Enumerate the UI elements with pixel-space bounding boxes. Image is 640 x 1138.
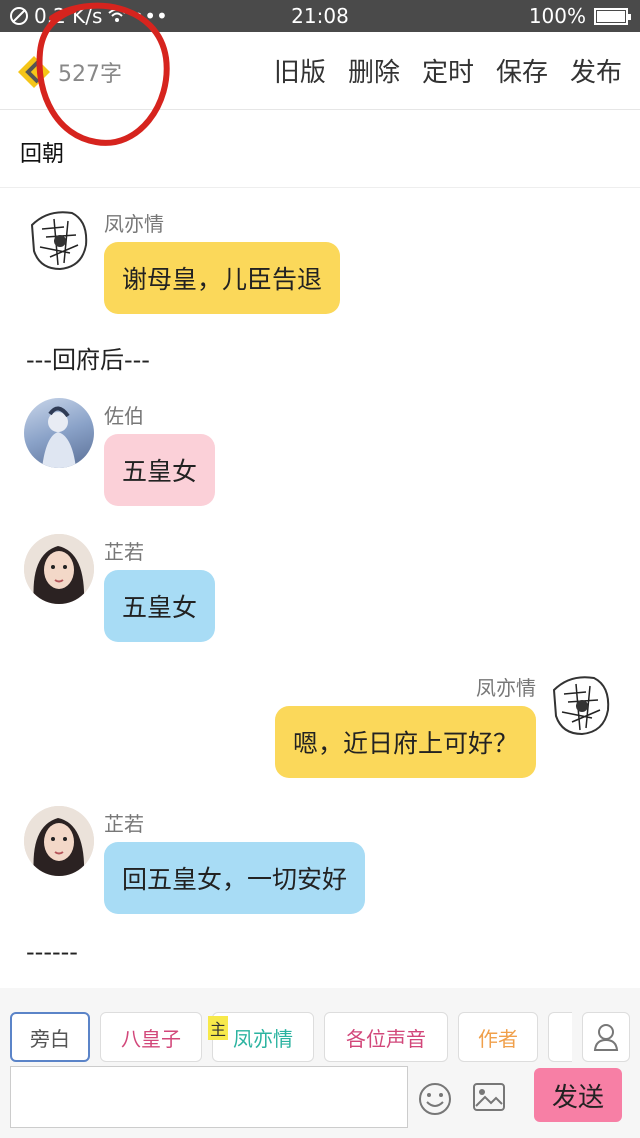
publish-button[interactable]: 发布	[570, 52, 622, 89]
back-arrow-icon[interactable]	[14, 52, 54, 92]
message-input[interactable]	[10, 1066, 408, 1128]
message-bubble[interactable]: 嗯，近日府上可好？	[274, 706, 536, 778]
schedule-button[interactable]: 定时	[422, 52, 474, 89]
header-actions: 旧版 删除 定时 保存 发布	[274, 52, 622, 89]
person-icon	[593, 1024, 619, 1051]
avatar[interactable]	[24, 205, 94, 275]
avatar[interactable]	[24, 398, 94, 468]
editor-header: 527字 旧版 删除 定时 保存 发布	[0, 32, 640, 110]
sender-name: 佐伯	[104, 404, 144, 428]
battery-percent: 100%	[528, 4, 586, 28]
input-bar: 发送	[0, 1066, 640, 1138]
sketch-avatar-icon	[24, 205, 94, 275]
old-version-button[interactable]: 旧版	[274, 52, 326, 89]
story-title-row[interactable]: 回朝	[0, 110, 640, 188]
role-selector-bar: 旁白 八皇子 凤亦情 各位声音 作者	[0, 988, 640, 1066]
avatar[interactable]	[24, 534, 94, 604]
app-root: 0.2 K/s ••• 21:08 100% 527字 旧版 删除 定时 保存 …	[0, 0, 640, 1138]
sender-name: 芷若	[104, 812, 144, 836]
role-author[interactable]: 作者	[458, 1012, 538, 1062]
status-bar: 0.2 K/s ••• 21:08 100%	[0, 0, 640, 32]
narration-line[interactable]: ---回府后---	[26, 340, 150, 375]
main-role-badge: 主	[208, 1016, 228, 1040]
role-label: 旁白	[30, 1026, 70, 1051]
sender-name: 凤亦情	[104, 212, 164, 236]
delete-button[interactable]: 删除	[348, 52, 400, 89]
role-label: 八皇子	[121, 1026, 181, 1051]
role-all-voices[interactable]: 各位声音	[324, 1012, 448, 1062]
message-bubble[interactable]: 回五皇女，一切安好	[104, 842, 366, 914]
message-bubble[interactable]: 谢母皇，儿臣告退	[104, 242, 341, 314]
save-button[interactable]: 保存	[496, 52, 548, 89]
portrait-avatar-icon	[24, 534, 94, 604]
role-label: 各位声音	[346, 1026, 426, 1051]
role-more-partial[interactable]	[548, 1012, 572, 1062]
role-prince-eight[interactable]: 八皇子	[100, 1012, 202, 1062]
add-role-button[interactable]	[582, 1012, 630, 1062]
character-avatar-icon	[42, 406, 76, 468]
avatar[interactable]	[546, 670, 616, 740]
role-label: 凤亦情	[233, 1026, 293, 1051]
role-label: 作者	[478, 1026, 518, 1051]
sender-name: 芷若	[104, 540, 144, 564]
portrait-avatar-icon	[24, 806, 94, 876]
status-right: 100%	[528, 4, 631, 28]
emoji-icon[interactable]	[418, 1082, 452, 1116]
role-narrator[interactable]: 旁白	[10, 1012, 90, 1062]
message-bubble[interactable]: 五皇女	[104, 434, 216, 506]
narration-line[interactable]: ------	[26, 938, 78, 966]
message-bubble[interactable]: 五皇女	[104, 570, 216, 642]
battery-icon	[594, 7, 631, 25]
sketch-avatar-icon	[546, 670, 616, 740]
sender-name: 凤亦情	[476, 676, 536, 700]
avatar[interactable]	[24, 806, 94, 876]
send-button[interactable]: 发送	[534, 1068, 622, 1122]
story-title: 回朝	[20, 142, 65, 167]
word-count: 527字	[58, 62, 122, 87]
image-icon[interactable]	[472, 1082, 506, 1112]
